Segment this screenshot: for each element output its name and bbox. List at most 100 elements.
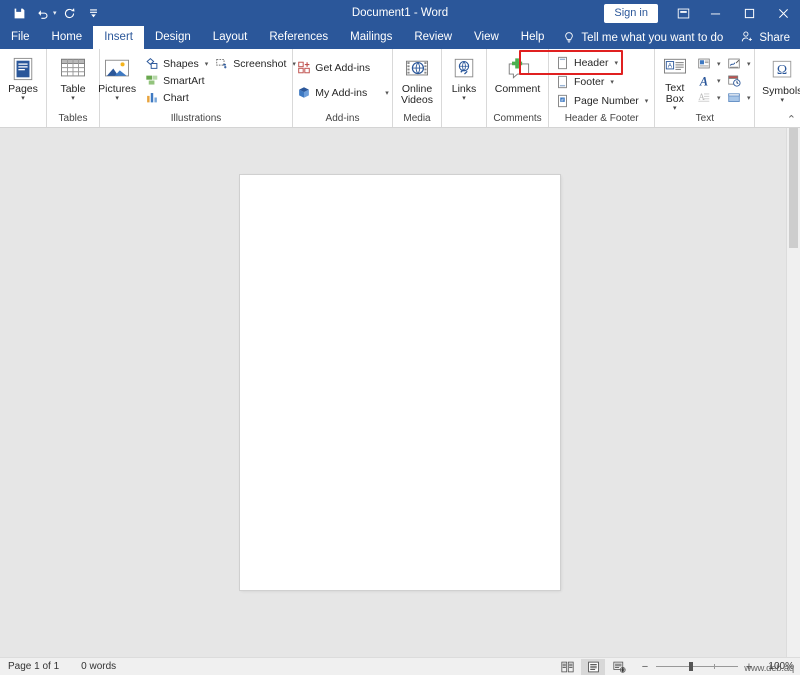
ribbon-group-links: Links ▾: [441, 49, 486, 127]
word-count[interactable]: 0 words: [81, 661, 116, 672]
ribbon-group-text: A Text Box ▾ ▾: [654, 49, 754, 127]
footer-dropdown-caret[interactable]: ▾: [610, 78, 614, 86]
ribbon-group-comments: Comment Comments: [486, 49, 548, 127]
undo-icon[interactable]: [32, 3, 54, 23]
symbols-button[interactable]: Ω Symbols ▾: [758, 55, 800, 104]
text-box-dropdown-caret[interactable]: ▾: [673, 105, 677, 112]
ribbon-group-pages: Pages ▾: [0, 49, 46, 127]
quick-parts-icon[interactable]: [694, 55, 714, 72]
ribbon-group-label-comments: Comments: [487, 113, 548, 124]
close-icon[interactable]: [766, 0, 800, 26]
page-number-icon: #: [555, 93, 570, 108]
page-number-button[interactable]: # Page Number ▾: [552, 91, 651, 110]
undo-dropdown-caret[interactable]: ▾: [53, 10, 57, 17]
document-canvas[interactable]: [0, 128, 800, 657]
tab-layout[interactable]: Layout: [202, 26, 259, 49]
shapes-label: Shapes: [163, 58, 199, 70]
text-box-button[interactable]: A Text Box ▾: [656, 52, 694, 112]
share-button[interactable]: Share: [741, 26, 790, 49]
my-addins-icon: [296, 85, 311, 100]
header-dropdown-caret[interactable]: ▾: [614, 59, 618, 67]
footer-icon: [555, 74, 570, 89]
my-addins-button[interactable]: My Add-ins ▾: [293, 84, 391, 101]
tab-view[interactable]: View: [463, 26, 510, 49]
web-layout-view-button[interactable]: [607, 659, 631, 675]
pictures-dropdown-caret[interactable]: ▾: [115, 95, 119, 102]
tell-me-search[interactable]: Tell me what you want to do: [563, 26, 723, 49]
object-dropdown-caret[interactable]: ▾: [744, 94, 754, 102]
sign-in-button[interactable]: Sign in: [604, 4, 658, 23]
vertical-scrollbar[interactable]: [786, 128, 800, 657]
online-videos-button[interactable]: Online Videos: [396, 53, 438, 106]
table-label: Table: [60, 84, 85, 95]
quick-parts-dropdown-caret[interactable]: ▾: [714, 60, 724, 68]
ribbon-group-media: Online Videos Media: [392, 49, 441, 127]
tab-design[interactable]: Design: [144, 26, 202, 49]
get-addins-button[interactable]: Get Add-ins: [293, 59, 391, 76]
header-button[interactable]: Header ▾: [552, 53, 651, 72]
share-person-icon: [741, 30, 754, 46]
comment-button[interactable]: Comment: [490, 53, 545, 95]
tab-file[interactable]: File: [0, 26, 41, 49]
pages-label: Pages: [8, 84, 38, 95]
redo-icon[interactable]: [59, 3, 81, 23]
page-indicator[interactable]: Page 1 of 1: [8, 661, 59, 672]
table-button[interactable]: Table ▾: [50, 53, 96, 102]
symbols-dropdown-caret[interactable]: ▾: [781, 97, 785, 104]
footer-button[interactable]: Footer ▾: [552, 72, 651, 91]
tab-references[interactable]: References: [258, 26, 339, 49]
links-dropdown-caret[interactable]: ▾: [462, 95, 466, 102]
zoom-out-button[interactable]: −: [639, 662, 651, 672]
tell-me-label: Tell me what you want to do: [581, 32, 723, 44]
ribbon-group-label-addins: Add-ins: [293, 113, 392, 124]
smartart-button[interactable]: SmartArt: [141, 72, 211, 89]
text-box-label: Text Box: [656, 83, 694, 105]
print-layout-view-button[interactable]: [581, 659, 605, 675]
save-icon[interactable]: [8, 3, 30, 23]
tab-review[interactable]: Review: [403, 26, 463, 49]
drop-cap-icon[interactable]: A: [694, 89, 714, 106]
object-icon[interactable]: [724, 89, 744, 106]
my-addins-dropdown-caret[interactable]: ▾: [385, 89, 389, 97]
ribbon-group-label-header-footer: Header & Footer: [549, 113, 654, 124]
drop-cap-dropdown-caret[interactable]: ▾: [714, 94, 724, 102]
screenshot-label: Screenshot: [233, 58, 286, 70]
table-dropdown-caret[interactable]: ▾: [71, 95, 75, 102]
tab-mailings[interactable]: Mailings: [339, 26, 403, 49]
zoom-slider-handle[interactable]: [689, 662, 693, 671]
wordart-icon[interactable]: A: [694, 72, 714, 89]
pictures-button[interactable]: Pictures ▾: [93, 53, 141, 102]
ribbon-group-header-footer: Header ▾ Footer ▾ # Page Nu: [548, 49, 654, 127]
chart-button[interactable]: Chart: [141, 89, 211, 106]
document-page[interactable]: [240, 175, 560, 590]
get-addins-icon: [296, 60, 311, 75]
shapes-dropdown-caret[interactable]: ▾: [205, 60, 209, 68]
minimize-icon[interactable]: [698, 0, 732, 26]
signature-line-icon[interactable]: [724, 55, 744, 72]
text-box-icon: A: [662, 54, 688, 82]
chart-label: Chart: [163, 92, 189, 104]
status-bar-left: Page 1 of 1 0 words: [0, 661, 116, 672]
screenshot-button[interactable]: Screenshot ▾: [211, 55, 299, 72]
customize-quick-access-toolbar-icon[interactable]: [83, 3, 105, 23]
pages-dropdown-caret[interactable]: ▾: [21, 95, 25, 102]
tab-insert[interactable]: Insert: [93, 26, 144, 49]
date-time-icon[interactable]: [724, 72, 744, 89]
ribbon-display-options-icon[interactable]: [668, 0, 698, 26]
online-videos-icon: [404, 55, 430, 83]
signature-line-dropdown-caret[interactable]: ▾: [744, 60, 754, 68]
read-mode-view-button[interactable]: [555, 659, 579, 675]
smartart-label: SmartArt: [163, 75, 204, 87]
collapse-ribbon-button[interactable]: ⌃: [787, 115, 796, 125]
shapes-button[interactable]: Shapes ▾: [141, 55, 211, 72]
tab-home[interactable]: Home: [41, 26, 94, 49]
scrollbar-thumb[interactable]: [789, 128, 798, 248]
page-number-dropdown-caret[interactable]: ▾: [645, 97, 649, 105]
links-button[interactable]: Links ▾: [445, 53, 483, 102]
zoom-slider[interactable]: [656, 666, 738, 667]
wordart-dropdown-caret[interactable]: ▾: [714, 77, 724, 85]
tab-help[interactable]: Help: [510, 26, 556, 49]
maximize-icon[interactable]: [732, 0, 766, 26]
header-footer-column: Header ▾ Footer ▾ # Page Nu: [552, 51, 651, 110]
pages-button[interactable]: Pages ▾: [0, 53, 46, 102]
